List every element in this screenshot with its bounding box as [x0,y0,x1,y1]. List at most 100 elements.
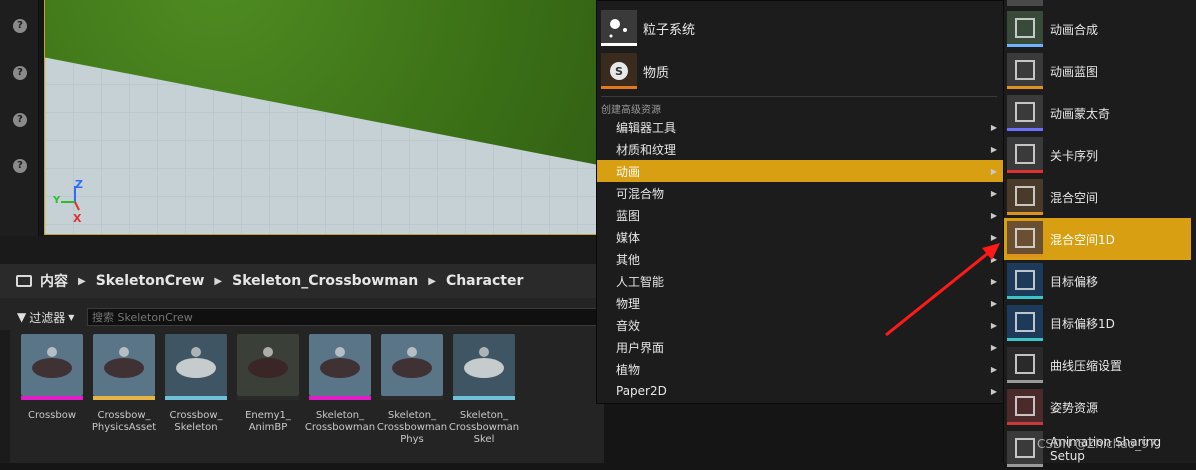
menu-item[interactable]: 物理 ▶ [597,292,1003,314]
menu-item-label: 用户界面 [616,340,665,355]
menu-divider [601,96,997,97]
submenu-item[interactable]: 动画蒙太奇 [1004,92,1191,134]
menu-section-label: 创建高级资源 [601,105,661,116]
menu-item[interactable]: 蓝图 ▶ [597,204,1003,226]
chevron-right-icon: ▶ [990,144,997,154]
menu-item[interactable]: 材质和纹理 ▶ [597,138,1003,160]
type-color-bar [1007,44,1043,47]
menu-item[interactable]: 植物 ▶ [597,358,1003,380]
type-color-bar [1007,254,1043,257]
menu-item[interactable]: 其他 ▶ [597,248,1003,270]
left-toolbar: ? ? ? ? [0,0,39,236]
asset-thumbnail [381,334,443,396]
asset-tile[interactable]: Crossbow_ PhysicsAsset [88,334,160,446]
filter-bar: ▼ 过滤器 ▼ [0,304,607,330]
asset-type-strip [21,396,83,400]
asset-tile[interactable]: Skeleton_ Crossbowman Phys [376,334,448,446]
breadcrumb-item[interactable]: Skeleton_Crossbowman [232,273,418,289]
search-input[interactable] [87,308,607,326]
filter-button[interactable]: ▼ 过滤器 ▼ [17,309,74,326]
asset-thumbnail [93,334,155,396]
submenu-item[interactable]: 混合空间 [1004,176,1191,218]
menu-item[interactable]: 音效 ▶ [597,314,1003,336]
help-icon[interactable]: ? [13,159,27,173]
submenu-item[interactable]: 动画合成 [1004,8,1191,50]
help-icon[interactable]: ? [13,19,27,33]
sources-strip[interactable] [0,330,10,463]
menu-item-label: 编辑器工具 [616,120,677,135]
submenu-item[interactable]: 目标偏移1D [1004,302,1191,344]
asset-label: Skeleton_ Crossbowman Phys [376,410,448,445]
axis-z-label: Z [75,178,83,191]
menu-item[interactable]: 用户界面 ▶ [597,336,1003,358]
level-viewport[interactable]: Z Y X [44,0,606,235]
chevron-right-icon[interactable]: ▶ [214,276,222,287]
menu-item-label: 植物 [616,362,641,377]
asset-type-strip [453,396,515,400]
submenu-item[interactable]: 关卡序列 [1004,134,1191,176]
type-color-bar [1007,128,1043,131]
asset-tile[interactable]: Skeleton_ Crossbowman [304,334,376,446]
asset-tile[interactable]: Crossbow_ Skeleton [160,334,232,446]
asset-tile[interactable]: Crossbow [16,334,88,446]
menu-item[interactable]: Paper2D ▶ [597,380,1003,402]
chevron-right-icon: ▶ [990,254,997,264]
asset-thumbnail [21,334,83,396]
asset-tile[interactable]: Enemy1_ AnimBP [232,334,304,446]
filter-label: 过滤器 [29,310,66,325]
menu-item[interactable]: 编辑器工具 ▶ [597,116,1003,138]
type-color-bar [1007,212,1043,215]
asset-type-icon [1007,11,1043,47]
type-color-bar [1007,170,1043,173]
asset-label: Skeleton_ Crossbowman Skel [448,410,520,445]
menu-item-particle-system[interactable]: 粒子系统 [601,8,695,48]
chevron-right-icon: ▶ [990,386,997,396]
submenu-item[interactable]: 动画蓝图 [1004,50,1191,92]
asset-type-icon [1007,95,1043,131]
menu-item-label: 动画 [616,164,641,179]
type-color-bar [601,43,637,46]
submenu-item[interactable]: 混合空间1D [1004,218,1191,260]
submenu-item[interactable]: 目标偏移 [1004,260,1191,302]
asset-label: Crossbow_ Skeleton [169,410,223,433]
watermark: CSDN @Zhichao_97 [1037,437,1157,451]
substance-icon: S [601,53,637,89]
help-icon[interactable]: ? [13,113,27,127]
type-color-bar [1007,422,1043,425]
menu-item-substance[interactable]: S 物质 [601,51,669,91]
menu-item[interactable]: 媒体 ▶ [597,226,1003,248]
submenu-item-label: 混合空间1D [1050,232,1115,247]
folder-icon[interactable] [16,275,32,287]
asset-type-icon [1007,137,1043,173]
asset-type-strip [309,396,371,400]
panel-splitter[interactable] [0,236,604,264]
chevron-right-icon[interactable]: ▶ [428,276,436,287]
submenu-item[interactable]: 姿势资源 [1004,386,1191,428]
asset-thumbnail [309,334,371,396]
asset-type-icon [1007,389,1043,425]
chevron-down-icon: ▼ [68,312,75,322]
animation-submenu: 动画合成 动画蓝图 动画蒙太奇 关卡序列 混合空间混合空间1D 目标偏移 目标偏移1D 曲线压… [1003,0,1196,467]
breadcrumb-item[interactable]: 内容 [40,271,68,291]
breadcrumb-item[interactable]: SkeletonCrew [96,273,205,289]
asset-thumbnail [237,334,299,396]
chevron-right-icon[interactable]: ▶ [78,276,86,287]
submenu-item[interactable]: 曲线压缩设置 [1004,344,1191,386]
menu-item[interactable]: 可混合物 ▶ [597,182,1003,204]
chevron-right-icon: ▶ [990,232,997,242]
menu-item-label: Paper2D [616,384,667,398]
type-color-bar [1007,338,1043,341]
svg-text:S: S [615,65,623,78]
asset-type-strip [93,396,155,400]
menu-item[interactable]: 人工智能 ▶ [597,270,1003,292]
menu-item-label: 材质和纹理 [616,142,677,157]
axis-x-label: X [73,212,82,225]
help-icon[interactable]: ? [13,66,27,80]
submenu-item-label: 姿势资源 [1050,400,1099,415]
menu-item-label: 音效 [616,318,641,333]
menu-item-label: 物理 [616,296,641,311]
asset-tile[interactable]: Skeleton_ Crossbowman Skel [448,334,520,446]
menu-item[interactable]: 动画 ▶ [597,160,1003,182]
asset-label: Crossbow_ PhysicsAsset [91,410,157,433]
breadcrumb-item[interactable]: Character [446,273,523,289]
